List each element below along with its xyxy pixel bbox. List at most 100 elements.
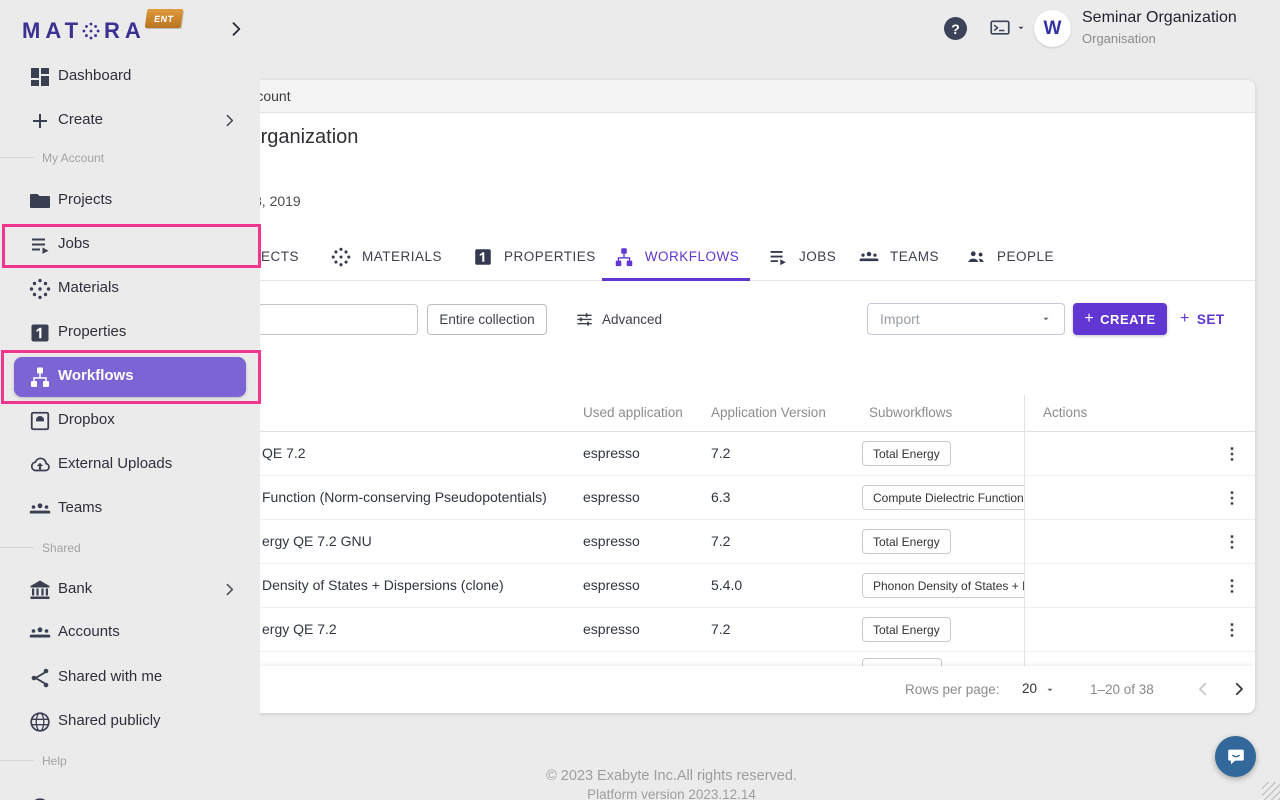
tab-people[interactable]: PEOPLE [965,233,1054,280]
create-button[interactable]: + CREATE [1073,303,1167,335]
sidebar: MAT RA ENT Dashboard Create My Account P… [0,0,260,800]
looks-one-icon [472,246,494,268]
table-row[interactable]: ergy QE 7.2 espresso 7.2 Total Energy [88,608,1255,652]
subworkflow-chip: Phonon Density of States + Dispersions [862,573,1024,598]
chevron-right-icon [221,581,238,598]
next-page-icon[interactable] [1230,680,1248,698]
tune-icon [575,310,594,329]
import-select[interactable]: Import [867,303,1065,335]
subworkflow-chip: Total Energy [862,441,951,466]
sidebar-item-external-uploads[interactable]: External Uploads [0,445,260,485]
groups-icon [28,621,52,645]
sidebar-item-jobs[interactable]: Jobs [0,225,260,265]
advanced-filter-button[interactable]: Advanced [575,304,662,335]
tab-teams[interactable]: TEAMS [858,233,939,280]
table-header: Used application Application Version Sub… [88,395,1255,432]
tab-jobs[interactable]: JOBS [767,233,836,280]
row-actions-menu-icon[interactable] [1222,618,1242,642]
looks-one-icon [28,321,52,345]
inbox-icon [28,409,52,433]
dashboard-icon [28,65,52,89]
section-divider [0,157,34,158]
plus-icon: + [1084,311,1094,327]
avatar[interactable]: W [1034,10,1071,47]
caret-down-icon [1040,313,1052,325]
platform-version: Platform version 2023.12.14 [88,787,1255,800]
sidebar-item-teams[interactable]: Teams [0,489,260,529]
sidebar-collapse-icon[interactable] [226,19,246,39]
col-subworkflows: Subworkflows [869,405,952,420]
entire-collection-button[interactable]: Entire collection [427,304,547,335]
rows-per-page-select[interactable]: 20 [1022,681,1037,696]
rows-per-page-label: Rows per page: [905,682,1000,697]
globe-icon [28,710,52,734]
table-row[interactable]: ergy QE 7.2 GNU espresso 7.2 Total Energ… [88,520,1255,564]
workflow-hierarchy-icon [28,365,52,389]
set-button[interactable]: + SET [1180,303,1225,335]
globe-icon [28,796,52,800]
col-used-application: Used application [583,405,683,420]
chevron-right-icon [221,112,238,129]
tab-workflows[interactable]: WORKFLOWS [602,233,750,280]
tab-bar: PROJECTS MATERIALS PROPERTIES WORKFLOWS … [88,233,1255,281]
sidebar-item-bank[interactable]: Bank [0,570,260,610]
section-label-help: Help [42,754,67,768]
copyright: © 2023 Exabyte Inc.All rights reserved. [88,768,1255,784]
chat-bubble-icon [1225,746,1247,768]
tab-materials[interactable]: MATERIALS [330,233,442,280]
previous-page-icon[interactable] [1194,680,1212,698]
sidebar-item-workflows[interactable]: Workflows [14,357,246,397]
row-actions-menu-icon[interactable] [1222,442,1242,466]
actions-column-divider [1024,395,1025,666]
table-row[interactable]: Density of States + Dispersions (clone) … [88,564,1255,608]
page-footer: © 2023 Exabyte Inc.All rights reserved. … [88,768,1255,800]
row-actions-menu-icon[interactable] [1222,574,1242,598]
section-label-my-account: My Account [42,151,104,165]
people-icon [965,246,987,268]
subworkflow-chip: Compute Dielectric Function [862,485,1024,510]
groups-icon [858,246,880,268]
row-actions-menu-icon[interactable] [1222,486,1242,510]
sidebar-item-dropbox[interactable]: Dropbox [0,401,260,441]
col-actions: Actions [1043,405,1087,420]
console-menu[interactable] [988,18,1027,38]
sidebar-item-properties[interactable]: Properties [0,313,260,353]
table-row[interactable]: QE 7.2 espresso 7.2 Total Energy [88,432,1255,476]
plus-icon: + [1180,311,1190,327]
sidebar-item-shared-publicly[interactable]: Shared publicly [0,702,260,742]
jobs-list-icon [28,233,52,257]
row-actions-menu-icon[interactable] [1222,530,1242,554]
panel-header-bar: Account [88,80,1255,113]
sidebar-item-documentation[interactable]: Documentation [0,788,260,800]
sidebar-item-shared-with-me[interactable]: Shared with me [0,658,260,698]
table-row-partial [88,652,1255,666]
section-label-shared: Shared [42,541,81,555]
content-card: Account Seminar Organization 8, 2019 PRO… [88,80,1255,713]
section-divider [0,760,34,761]
enterprise-badge: ENT [145,9,184,28]
chat-button[interactable] [1215,736,1256,777]
sidebar-item-materials[interactable]: Materials [0,269,260,309]
subworkflow-chip: Total Energy [862,529,951,554]
org-subtitle: Organisation [1082,31,1156,46]
sidebar-item-accounts[interactable]: Accounts [0,613,260,653]
groups-icon [28,497,52,521]
sidebar-item-create[interactable]: Create [0,101,260,141]
section-divider [0,547,34,548]
caret-down-icon[interactable] [1044,684,1056,696]
help-icon[interactable]: ? [944,17,967,40]
app-root: ? W Seminar Organization Organisation Ac… [0,0,1280,800]
brand-logo: MAT RA [22,16,146,46]
brand-dots-icon [81,21,101,41]
plus-icon [28,109,52,133]
org-name: Seminar Organization [1082,9,1237,27]
folder-icon [28,189,52,213]
pagination-range: 1–20 of 38 [1090,682,1154,697]
sidebar-item-projects[interactable]: Projects [0,181,260,221]
sidebar-item-dashboard[interactable]: Dashboard [0,57,260,97]
tab-properties[interactable]: PROPERTIES [472,233,596,280]
subworkflow-chip: Total Energy [862,617,951,642]
caret-down-icon [1015,22,1027,34]
pagination-bar: Rows per page: 20 1–20 of 38 [88,666,1255,713]
table-row[interactable]: Function (Norm-conserving Pseudopotentia… [88,476,1255,520]
